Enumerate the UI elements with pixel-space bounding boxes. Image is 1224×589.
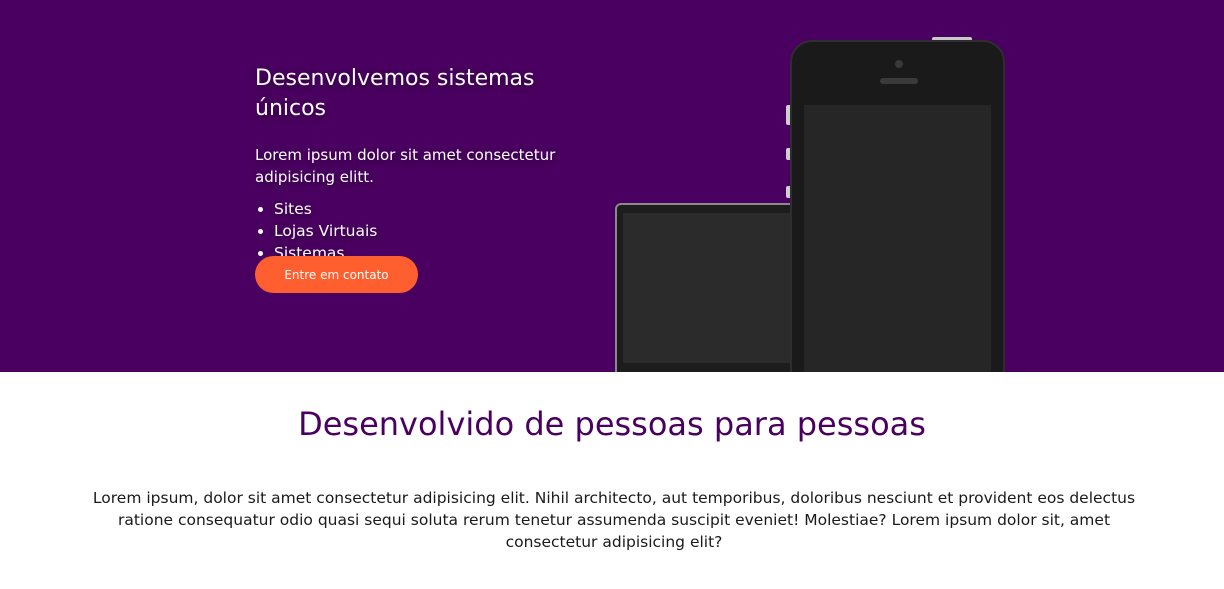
phone-screen (804, 105, 991, 372)
about-title: Desenvolvido de pessoas para pessoas (298, 405, 926, 443)
hero-text-block: Desenvolvemos sistemas únicos Lorem ipsu… (255, 64, 595, 264)
phone-camera (895, 60, 903, 68)
smartphone-mockup-icon (790, 40, 1005, 372)
laptop-screen (623, 213, 801, 363)
list-item: Lojas Virtuais (274, 220, 595, 242)
list-item: Sites (274, 198, 595, 220)
about-text: Lorem ipsum, dolor sit amet consectetur … (92, 489, 1136, 551)
hero-description: Lorem ipsum dolor sit amet consectetur a… (255, 146, 556, 186)
contact-button[interactable]: Entre em contato (255, 256, 418, 293)
hero-section: Desenvolvemos sistemas únicos Lorem ipsu… (0, 0, 1224, 372)
laptop-mockup-icon (615, 203, 805, 372)
phone-speaker (880, 78, 918, 84)
hero-title: Desenvolvemos sistemas únicos (255, 66, 535, 121)
services-list: Sites Lojas Virtuais Sistemas (255, 198, 595, 264)
